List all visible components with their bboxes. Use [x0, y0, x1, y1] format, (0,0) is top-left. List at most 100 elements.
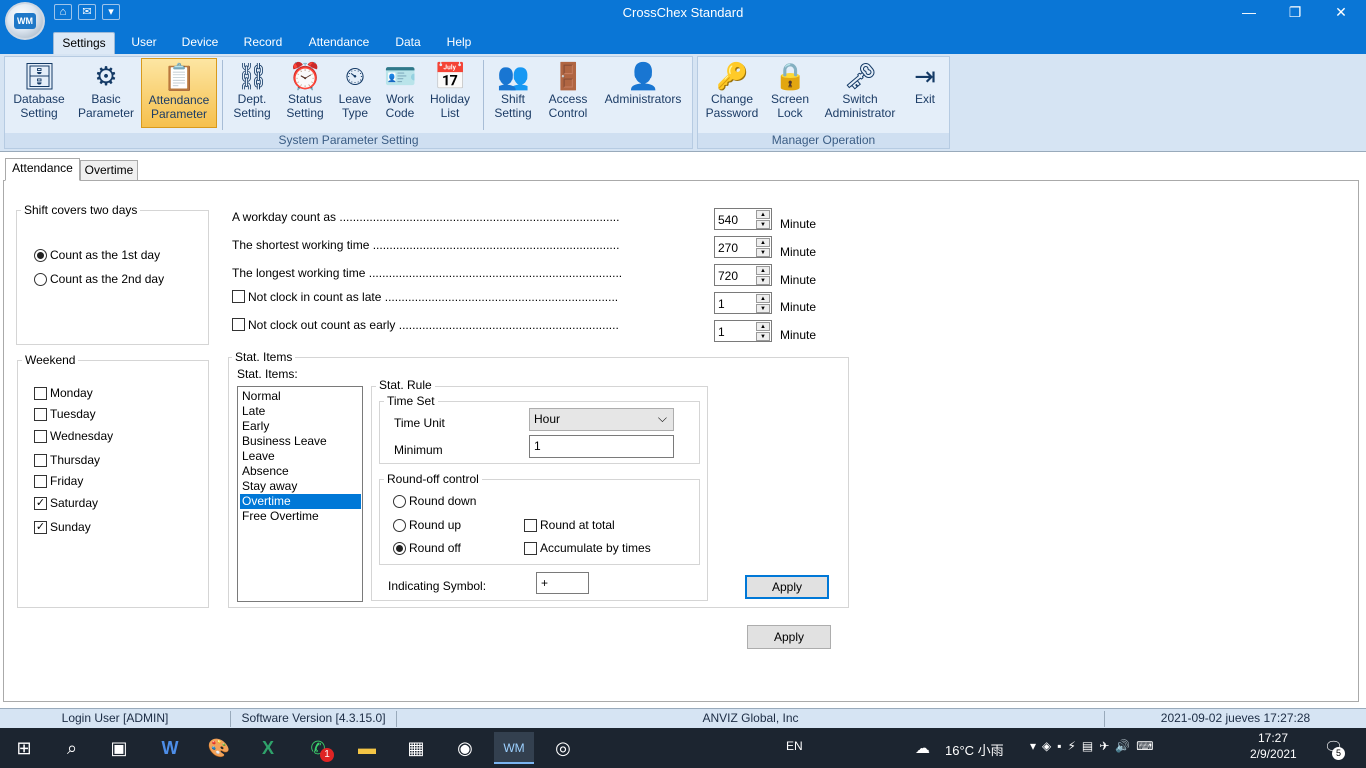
screen-lock-button[interactable]: 🔒 Screen Lock	[766, 58, 814, 128]
windows-start-icon[interactable]: ⊞	[4, 732, 44, 764]
radio-2nd-day[interactable]	[34, 273, 47, 286]
list-item[interactable]: Free Overtime	[240, 509, 361, 524]
shortest-minutes-spinner[interactable]: 270 ▲ ▼	[714, 236, 772, 258]
tab-overtime-page[interactable]: Overtime	[80, 160, 138, 181]
list-item[interactable]: Leave	[240, 449, 361, 464]
early-minutes-spinner[interactable]: 1 ▲ ▼	[714, 320, 772, 342]
tab-attendance-page[interactable]: Attendance	[5, 158, 80, 181]
database-setting-button[interactable]: 🗄 Database Setting	[8, 58, 70, 128]
shift-icon: 👥	[497, 61, 530, 91]
round-off-label: Round off	[409, 541, 461, 555]
word-icon[interactable]: W	[150, 732, 190, 764]
stat-apply-button[interactable]: Apply	[745, 575, 829, 599]
stat-items-list[interactable]: Normal Late Early Business Leave Leave A…	[237, 386, 363, 602]
tab-record[interactable]: Record	[238, 32, 288, 54]
group-label: System Parameter Setting	[5, 133, 692, 148]
status-setting-button[interactable]: ⏰ Status Setting	[280, 58, 330, 128]
checkbox-tuesday[interactable]	[34, 408, 47, 421]
tab-data[interactable]: Data	[390, 32, 426, 54]
list-item[interactable]: Late	[240, 404, 361, 419]
tab-settings[interactable]: Settings	[53, 32, 115, 54]
door-icon: 🚪	[552, 61, 585, 91]
user-lock-icon: 🔒	[774, 61, 807, 91]
language-indicator[interactable]: EN	[786, 739, 803, 753]
workday-minutes-spinner[interactable]: 540 ▲ ▼	[714, 208, 772, 230]
radio-1st-day[interactable]	[34, 249, 47, 262]
indicating-symbol-input[interactable]: +	[536, 572, 589, 594]
whatsapp-badge: 1	[320, 748, 334, 762]
switch-administrator-button[interactable]: 🗝 Switch Administrator	[820, 58, 900, 128]
tab-help[interactable]: Help	[440, 32, 478, 54]
checkbox-sunday[interactable]: ✓	[34, 521, 47, 534]
checkbox-thursday[interactable]	[34, 454, 47, 467]
work-code-button[interactable]: 🪪 Work Code	[380, 58, 420, 128]
weather-text[interactable]: 16°C 小雨	[945, 740, 1004, 759]
switch-key-icon: 🗝	[844, 61, 878, 91]
exit-button[interactable]: ⇥ Exit	[906, 58, 944, 128]
apply-button[interactable]: Apply	[747, 625, 831, 649]
taskbar: ⊞ ⌕ ▣ W 🎨 X ✆ 1 ▬ ▦ ◉ WM ◎ EN ☁ 16°C 小雨 ▾…	[0, 728, 1366, 768]
task-view-icon[interactable]: ▣	[99, 732, 139, 764]
list-item[interactable]: Early	[240, 419, 361, 434]
paint-icon[interactable]: 🎨	[199, 732, 239, 764]
minimize-button[interactable]: —	[1226, 0, 1272, 27]
time-unit-select[interactable]: Hour ⌵	[529, 408, 674, 431]
clock-time[interactable]: 17:27	[1258, 731, 1288, 745]
holiday-list-button[interactable]: 📅 Holiday List	[424, 58, 476, 128]
whatsapp-icon[interactable]: ✆ 1	[298, 732, 338, 764]
leave-type-button[interactable]: ⏲ Leave Type	[334, 58, 376, 128]
customize-dropdown-icon[interactable]: ▾	[102, 4, 120, 20]
list-item[interactable]: Business Leave	[240, 434, 361, 449]
minimum-input[interactable]: 1	[529, 435, 674, 458]
checkbox-accumulate[interactable]	[524, 542, 537, 555]
checkbox-not-clock-in[interactable]	[232, 290, 245, 303]
radio-round-up[interactable]	[393, 519, 406, 532]
list-item-selected[interactable]: Overtime	[240, 494, 361, 509]
checkbox-friday[interactable]	[34, 475, 47, 488]
tab-device[interactable]: Device	[176, 32, 224, 54]
checkbox-wednesday[interactable]	[34, 430, 47, 443]
longest-minutes-spinner[interactable]: 720 ▲ ▼	[714, 264, 772, 286]
list-item[interactable]: Stay away	[240, 479, 361, 494]
restore-button[interactable]: ❐	[1272, 0, 1318, 27]
excel-icon[interactable]: X	[248, 732, 288, 764]
checkbox-not-clock-out[interactable]	[232, 318, 245, 331]
list-item[interactable]: Normal	[240, 389, 361, 404]
clock-date[interactable]: 2/9/2021	[1250, 747, 1297, 761]
notification-count: 5	[1332, 747, 1345, 760]
radio-round-off[interactable]	[393, 542, 406, 555]
checkbox-saturday[interactable]: ✓	[34, 497, 47, 510]
app-logo[interactable]: WM	[5, 2, 45, 40]
unit-label: Minute	[780, 300, 817, 314]
shift-legend: Shift covers two days	[21, 203, 141, 217]
tab-user[interactable]: User	[124, 32, 164, 54]
late-minutes-spinner[interactable]: 1 ▲ ▼	[714, 292, 772, 314]
home-icon[interactable]: ⌂	[54, 4, 72, 20]
change-password-button[interactable]: 🔑 Change Password	[704, 58, 760, 128]
dept-setting-button[interactable]: ⛓ Dept. Setting	[228, 58, 276, 128]
list-item[interactable]: Absence	[240, 464, 361, 479]
radio-round-down[interactable]	[393, 495, 406, 508]
attendance-parameter-button[interactable]: 📋 Attendance Parameter	[141, 58, 217, 128]
notification-icon[interactable]: 🗨5	[1324, 738, 1345, 760]
calculator-icon[interactable]: ▦	[396, 732, 436, 764]
checkbox-monday[interactable]	[34, 387, 47, 400]
tray-icons[interactable]: ▾◈▪⚡▤✈🔊⌨	[1030, 739, 1160, 753]
tab-attendance[interactable]: Attendance	[302, 32, 376, 54]
crosschex-taskbar-icon[interactable]: WM	[494, 732, 534, 764]
checkbox-round-at-total[interactable]	[524, 519, 537, 532]
shift-setting-button[interactable]: 👥 Shift Setting	[488, 58, 538, 128]
quick-access-icon[interactable]: ✉	[78, 4, 96, 20]
weather-icon[interactable]: ☁	[915, 739, 930, 757]
database-icon: 🗄	[23, 61, 57, 91]
camera-icon[interactable]: ◎	[543, 732, 583, 764]
administrators-button[interactable]: 👤 Administrators	[600, 58, 686, 128]
chrome-icon[interactable]: ◉	[445, 732, 485, 764]
access-control-button[interactable]: 🚪 Access Control	[542, 58, 594, 128]
title-bar: CrossChex Standard ⌂ ✉ ▾ — ❐ ✕	[0, 0, 1366, 27]
basic-parameter-button[interactable]: ⚙ Basic Parameter	[74, 58, 138, 128]
file-explorer-icon[interactable]: ▬	[347, 732, 387, 764]
gear-flask-icon: ⚙	[94, 61, 118, 91]
search-icon[interactable]: ⌕	[52, 732, 92, 764]
close-button[interactable]: ✕	[1318, 0, 1364, 27]
